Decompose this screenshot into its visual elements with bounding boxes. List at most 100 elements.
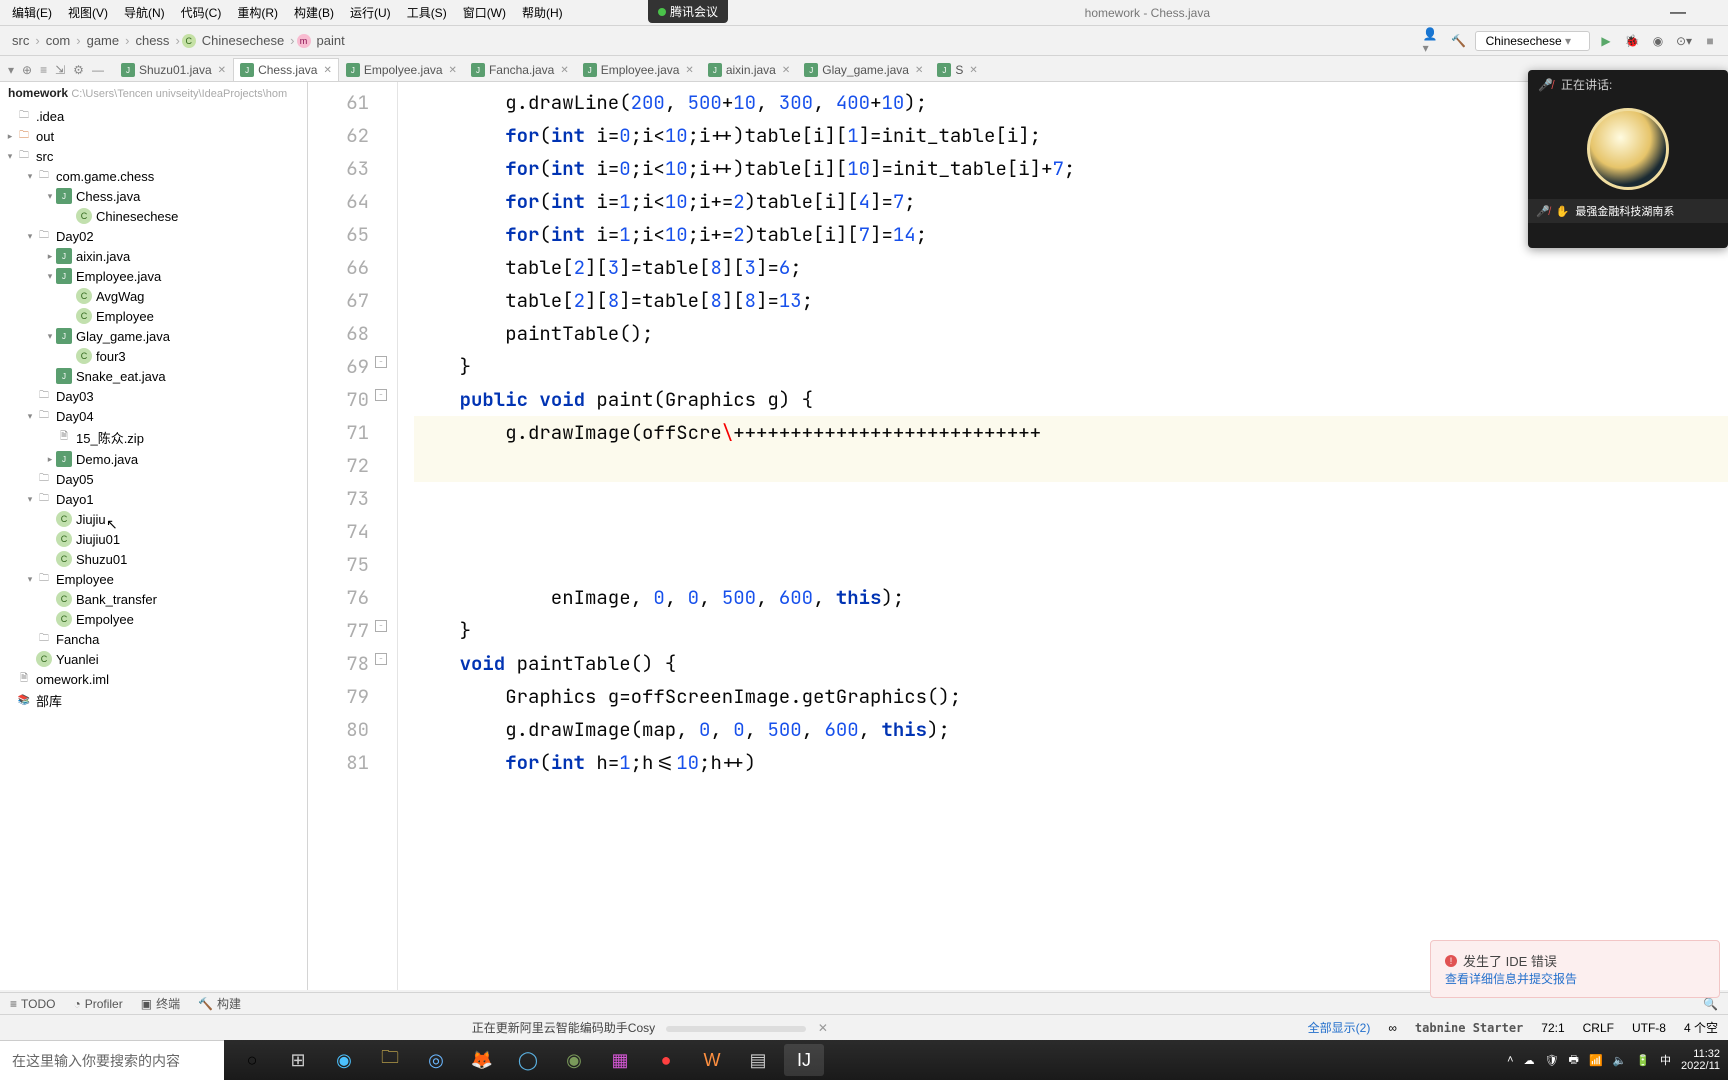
- tab-gear-icon[interactable]: ⚙: [73, 63, 84, 77]
- menu-vcs[interactable]: 工具(S): [399, 1, 455, 24]
- menu-refactor[interactable]: 重构(R): [229, 1, 286, 24]
- tree-snake_eat-java[interactable]: JSnake_eat.java: [0, 366, 307, 386]
- mic-muted-icon[interactable]: 🎤̸: [1538, 78, 1553, 92]
- profile-icon[interactable]: ⊙▾: [1674, 31, 1694, 51]
- tree-employee[interactable]: CEmployee: [0, 306, 307, 326]
- tb-sys-print-icon[interactable]: 🖶: [1569, 1051, 1579, 1070]
- tab-close-icon[interactable]: ✕: [449, 65, 457, 76]
- menu-view[interactable]: 视图(V): [60, 1, 116, 24]
- tree-fancha[interactable]: 🗀Fancha: [0, 629, 307, 649]
- tree-day03[interactable]: 🗀Day03: [0, 386, 307, 406]
- tab-fancha-java[interactable]: JFancha.java✕: [464, 58, 576, 81]
- menu-window[interactable]: 窗口(W): [455, 1, 514, 24]
- meeting-badge[interactable]: 腾讯会议: [648, 0, 728, 23]
- error-link[interactable]: 查看详细信息并提交报告: [1445, 972, 1577, 986]
- tab-close-icon[interactable]: ✕: [218, 65, 226, 76]
- tree-glay_game-java[interactable]: ▾JGlay_game.java: [0, 326, 307, 346]
- hand-icon[interactable]: ✋: [1556, 205, 1570, 218]
- tool-profiler[interactable]: ◔ Profiler: [73, 997, 122, 1011]
- tree-shuzu01[interactable]: CShuzu01: [0, 549, 307, 569]
- menu-navigate[interactable]: 导航(N): [116, 1, 173, 24]
- tb-app2-icon[interactable]: ◉: [554, 1044, 594, 1076]
- tool-terminal[interactable]: ▣ 终端: [141, 995, 180, 1012]
- progress-cancel-icon[interactable]: ✕: [818, 1021, 828, 1035]
- tabnine-label[interactable]: tabnine Starter: [1415, 1021, 1523, 1035]
- tb-ide-icon[interactable]: IJ: [784, 1044, 824, 1076]
- tab-empolyee-java[interactable]: JEmpolyee.java✕: [339, 58, 464, 81]
- tab-target-icon[interactable]: ⊕: [22, 63, 32, 77]
- status-enc[interactable]: UTF-8: [1632, 1021, 1666, 1035]
- tab-employee-java[interactable]: JEmployee.java✕: [576, 58, 701, 81]
- tabnine-icon[interactable]: ∞: [1388, 1021, 1397, 1035]
- status-spaces[interactable]: 4 个空: [1684, 1019, 1718, 1036]
- tree-chinesechese[interactable]: CChinesechese: [0, 206, 307, 226]
- coverage-icon[interactable]: ◉: [1648, 31, 1668, 51]
- menu-build[interactable]: 构建(B): [286, 1, 342, 24]
- stop-icon[interactable]: ■: [1700, 31, 1720, 51]
- tab-dropdown-icon[interactable]: ▾: [8, 63, 14, 77]
- tb-clock[interactable]: 11:32 2022/11: [1681, 1048, 1720, 1072]
- tree-15_-zip[interactable]: 🗎15_陈众.zip: [0, 426, 307, 449]
- tree-four3[interactable]: Cfour3: [0, 346, 307, 366]
- crumb-class[interactable]: Chinesechese: [198, 33, 288, 48]
- fold-icon[interactable]: −: [375, 620, 387, 632]
- tab-close-icon[interactable]: ✕: [915, 65, 923, 76]
- tab-hide-icon[interactable]: —: [92, 63, 104, 77]
- tree-omework-iml[interactable]: 🗎omework.iml: [0, 669, 307, 689]
- tree-aixin-java[interactable]: ▸Jaixin.java: [0, 246, 307, 266]
- fold-icon[interactable]: −: [375, 389, 387, 401]
- build-icon[interactable]: 🔨: [1449, 31, 1469, 51]
- tree-dayo1[interactable]: ▾🗀Dayo1: [0, 489, 307, 509]
- tree-jiujiu[interactable]: CJiujiu: [0, 509, 307, 529]
- menu-code[interactable]: 代码(C): [173, 1, 230, 24]
- tb-app3-icon[interactable]: ▦: [600, 1044, 640, 1076]
- tb-sys-up-icon[interactable]: ˄: [1507, 1054, 1513, 1066]
- tree-avgwag[interactable]: CAvgWag: [0, 286, 307, 306]
- tb-edge-icon[interactable]: ◉: [324, 1044, 364, 1076]
- tree-employee-java[interactable]: ▾JEmployee.java: [0, 266, 307, 286]
- tab-collapse-icon[interactable]: ⇲: [55, 63, 65, 77]
- tool-build[interactable]: 🔨 构建: [198, 995, 241, 1012]
- tree-com-game-chess[interactable]: ▾🗀com.game.chess: [0, 166, 307, 186]
- tree-jiujiu01[interactable]: CJiujiu01: [0, 529, 307, 549]
- tree-day05[interactable]: 🗀Day05: [0, 469, 307, 489]
- tab-close-icon[interactable]: ✕: [685, 65, 693, 76]
- debug-icon[interactable]: 🐞: [1622, 31, 1642, 51]
- tb-obs-icon[interactable]: ◎: [416, 1044, 456, 1076]
- tree-chess-java[interactable]: ▾JChess.java: [0, 186, 307, 206]
- tb-sys-cloud-icon[interactable]: ☁: [1524, 1054, 1535, 1067]
- fold-icon[interactable]: −: [375, 356, 387, 368]
- tree-bank_transfer[interactable]: CBank_transfer: [0, 589, 307, 609]
- tree-empolyee[interactable]: CEmpolyee: [0, 609, 307, 629]
- tb-wps-icon[interactable]: W: [692, 1044, 732, 1076]
- tab-aixin-java[interactable]: Jaixin.java✕: [701, 58, 797, 81]
- crumb-src[interactable]: src: [8, 33, 33, 48]
- tab-glay_game-java[interactable]: JGlay_game.java✕: [797, 58, 930, 81]
- windows-search[interactable]: 在这里输入你要搜索的内容: [0, 1040, 224, 1080]
- tb-sys-bat-icon[interactable]: 🔋: [1636, 1054, 1650, 1067]
- tb-cortana-icon[interactable]: ○: [232, 1044, 272, 1076]
- tree-day02[interactable]: ▾🗀Day02: [0, 226, 307, 246]
- project-tree[interactable]: 🗀.idea▸🗀out▾🗀src▾🗀com.game.chess▾JChess.…: [0, 104, 307, 714]
- tool-search[interactable]: 🔍: [1703, 997, 1718, 1011]
- tool-todo[interactable]: ≡ TODO: [10, 997, 55, 1011]
- tb-explorer-icon[interactable]: 🗀: [370, 1044, 410, 1076]
- fold-icon[interactable]: −: [375, 653, 387, 665]
- tab-shuzu01-java[interactable]: JShuzu01.java✕: [114, 58, 233, 81]
- tb-ime[interactable]: 中: [1660, 1052, 1671, 1068]
- tree--idea[interactable]: 🗀.idea: [0, 106, 307, 126]
- tab-close-icon[interactable]: ✕: [560, 65, 568, 76]
- tree--[interactable]: 📚部库: [0, 689, 307, 712]
- run-config-select[interactable]: Chinesechese ▾: [1475, 31, 1590, 51]
- status-crlf[interactable]: CRLF: [1583, 1021, 1614, 1035]
- tab-close-icon[interactable]: ✕: [323, 65, 331, 76]
- crumb-chess[interactable]: chess: [131, 33, 173, 48]
- tb-sys-wifi-icon[interactable]: 📶: [1589, 1054, 1603, 1067]
- menu-run[interactable]: 运行(U): [342, 1, 399, 24]
- status-pos[interactable]: 72:1: [1541, 1021, 1564, 1035]
- tb-record-icon[interactable]: ●: [646, 1044, 686, 1076]
- tb-app1-icon[interactable]: ◯: [508, 1044, 548, 1076]
- project-pane[interactable]: homework C:\Users\Tencen univseity\IdeaP…: [0, 82, 308, 990]
- crumb-method[interactable]: paint: [313, 33, 349, 48]
- tree-employee[interactable]: ▾🗀Employee: [0, 569, 307, 589]
